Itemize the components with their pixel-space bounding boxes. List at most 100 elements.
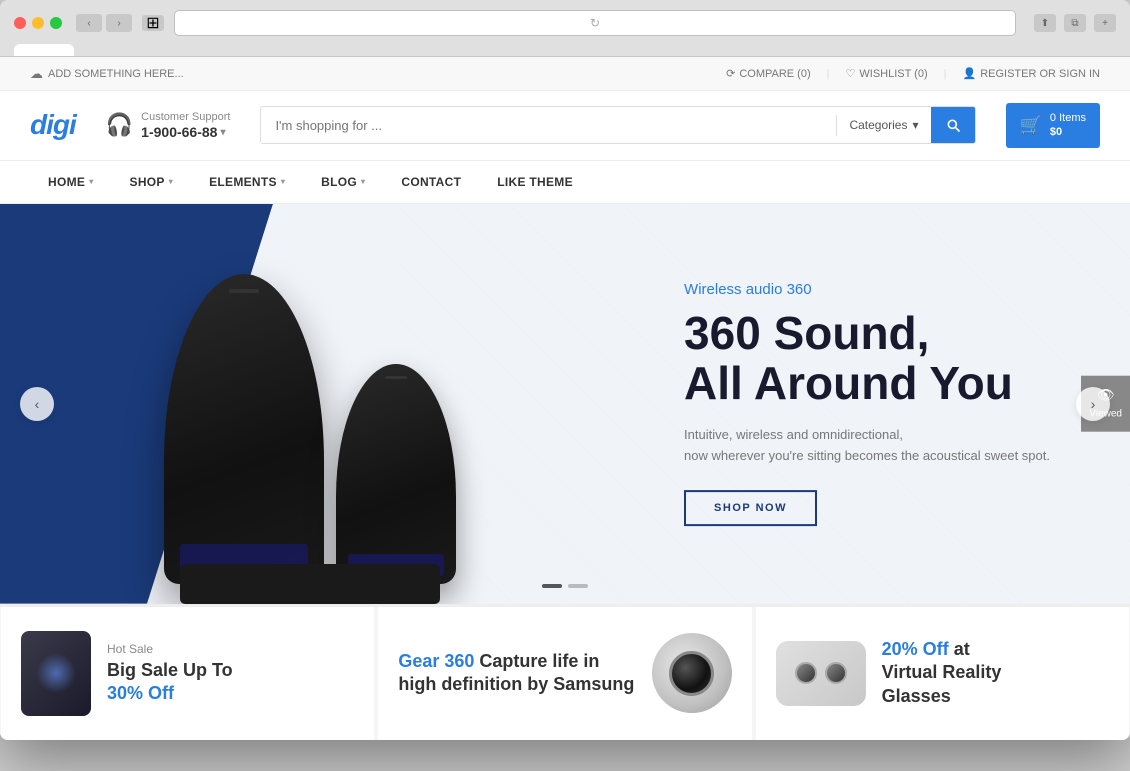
speaker-image (140, 224, 480, 604)
new-tab-button[interactable]: + (1094, 14, 1116, 32)
chevron-down-icon: ▾ (89, 177, 93, 186)
slider-dot-1[interactable] (542, 584, 562, 588)
search-button[interactable] (931, 107, 975, 143)
nav-item-like-theme[interactable]: LIKE THEME (479, 161, 591, 203)
promo-cards: Hot Sale Big Sale Up To 30% Off Gear 360… (0, 604, 1130, 740)
nav-item-home[interactable]: HOME ▾ (30, 161, 112, 203)
camera-lens (669, 651, 714, 696)
promo-vr-text: 20% Off at Virtual Reality Glasses (882, 638, 1109, 708)
top-bar: ☁ ADD SOMETHING HERE... ⟳ COMPARE (0) | … (0, 57, 1130, 91)
hero-subtitle: Wireless audio 360 (684, 281, 1050, 298)
cart-icon: 🛒 (1020, 115, 1042, 136)
promo-card-vr[interactable]: 20% Off at Virtual Reality Glasses (754, 607, 1129, 740)
browser-tabs (14, 44, 1116, 56)
hero-description: Intuitive, wireless and omnidirectional,… (684, 425, 1050, 467)
window-icon: ⊞ (142, 15, 164, 31)
vr-subtitle: Virtual Reality (882, 661, 1109, 684)
site-logo[interactable]: digi (30, 109, 76, 141)
support-label: Customer Support (141, 110, 230, 124)
gear360-label: Gear 360 (398, 651, 474, 671)
compare-icon: ⟳ (726, 67, 735, 80)
close-button[interactable] (14, 17, 26, 29)
nav-item-contact[interactable]: CONTACT (383, 161, 479, 203)
vr-lens-left (795, 662, 817, 684)
promo-card-phone[interactable]: Hot Sale Big Sale Up To 30% Off (1, 607, 374, 740)
add-something-text: ADD SOMETHING HERE... (48, 68, 184, 80)
nav-item-blog[interactable]: BLOG ▾ (303, 161, 383, 203)
slider-dots (542, 584, 588, 588)
cart-price: $0 (1050, 125, 1086, 139)
compare-link[interactable]: ⟳ COMPARE (0) (726, 67, 811, 80)
slider-next-button[interactable]: › (1076, 387, 1110, 421)
tab-action-button[interactable]: ⧉ (1064, 14, 1086, 32)
site-content: ☁ ADD SOMETHING HERE... ⟳ COMPARE (0) | … (0, 57, 1130, 740)
wishlist-link[interactable]: ♡ WISHLIST (0) (846, 67, 928, 80)
promo-camera-text: Gear 360 Capture life in high definition… (398, 650, 635, 697)
speaker-base (180, 564, 440, 604)
nav-item-shop[interactable]: SHOP ▾ (112, 161, 192, 203)
promo-phone-text: Hot Sale Big Sale Up To 30% Off (107, 642, 354, 703)
user-icon: 👤 (963, 67, 977, 80)
vr-at: at (954, 639, 970, 659)
forward-button[interactable]: › (106, 14, 132, 32)
headphone-icon: 🎧 (106, 112, 133, 138)
phone-glow (36, 653, 76, 693)
cart-items-count: 0 Items (1050, 111, 1086, 125)
chevron-down-icon: ▾ (281, 177, 285, 186)
vr-image (776, 641, 866, 706)
support-phone: 1-900-66-88 ▾ (141, 124, 230, 140)
vr-subtitle2: Glasses (882, 685, 1109, 708)
back-button[interactable]: ‹ (76, 14, 102, 32)
vr-lenses (795, 662, 847, 684)
top-bar-left: ☁ ADD SOMETHING HERE... (30, 66, 184, 82)
customer-support: 🎧 Customer Support 1-900-66-88 ▾ (106, 110, 231, 140)
vr-lens-right (825, 662, 847, 684)
speaker-large (164, 274, 324, 584)
minimize-button[interactable] (32, 17, 44, 29)
phone-image (21, 631, 91, 716)
wishlist-label: WISHLIST (0) (859, 68, 927, 80)
logo-text: digi (30, 109, 76, 140)
vr-title: 20% Off at (882, 638, 1109, 661)
camera-image (652, 633, 732, 713)
register-link[interactable]: 👤 REGISTER OR SIGN IN (963, 67, 1101, 80)
site-header: digi 🎧 Customer Support 1-900-66-88 ▾ Ca… (0, 91, 1130, 161)
support-info: Customer Support 1-900-66-88 ▾ (141, 110, 230, 140)
browser-actions: ⬆ ⧉ + (1034, 14, 1116, 32)
browser-window: ‹ › ⊞ ↻ ⬆ ⧉ + ☁ ADD SOMETHING HERE... (0, 0, 1130, 740)
address-bar[interactable]: ↻ (174, 10, 1016, 36)
promo-card-camera[interactable]: Gear 360 Capture life in high definition… (376, 607, 751, 740)
slider-dot-2[interactable] (568, 584, 588, 588)
categories-label: Categories (849, 118, 907, 132)
categories-arrow-icon: ▾ (912, 118, 918, 132)
slider-prev-button[interactable]: ‹ (20, 387, 54, 421)
browser-nav-arrows: ‹ › (76, 14, 132, 32)
heart-icon: ♡ (846, 67, 856, 80)
camera-title: Gear 360 Capture life in high definition… (398, 650, 635, 697)
register-label: REGISTER OR SIGN IN (980, 68, 1100, 80)
sep-1: | (827, 68, 830, 80)
browser-titlebar: ‹ › ⊞ ↻ ⬆ ⧉ + (14, 10, 1116, 36)
phone-dropdown-icon[interactable]: ▾ (220, 127, 225, 138)
search-input[interactable] (261, 107, 836, 143)
nav-item-elements[interactable]: ELEMENTS ▾ (191, 161, 303, 203)
main-nav: HOME ▾ SHOP ▾ ELEMENTS ▾ BLOG ▾ CONTACT … (0, 161, 1130, 204)
search-icon (945, 117, 961, 133)
search-bar: Categories ▾ (260, 106, 975, 144)
cart-info: 0 Items $0 (1050, 111, 1086, 140)
vr-discount: 20% Off (882, 639, 949, 659)
sep-2: | (944, 68, 947, 80)
chevron-down-icon: ▾ (169, 177, 173, 186)
active-tab[interactable] (14, 44, 74, 56)
speaker-small (336, 364, 456, 584)
share-button[interactable]: ⬆ (1034, 14, 1056, 32)
chevron-down-icon: ▾ (361, 177, 365, 186)
cart-button[interactable]: 🛒 0 Items $0 (1006, 103, 1101, 148)
categories-dropdown[interactable]: Categories ▾ (837, 118, 930, 132)
maximize-button[interactable] (50, 17, 62, 29)
compare-label: COMPARE (0) (739, 68, 810, 80)
browser-chrome: ‹ › ⊞ ↻ ⬆ ⧉ + (0, 0, 1130, 57)
shop-now-button[interactable]: SHOP NOW (684, 490, 817, 526)
hero-content: Wireless audio 360 360 Sound, All Around… (684, 281, 1050, 527)
big-sale-title: Big Sale Up To (107, 659, 354, 682)
